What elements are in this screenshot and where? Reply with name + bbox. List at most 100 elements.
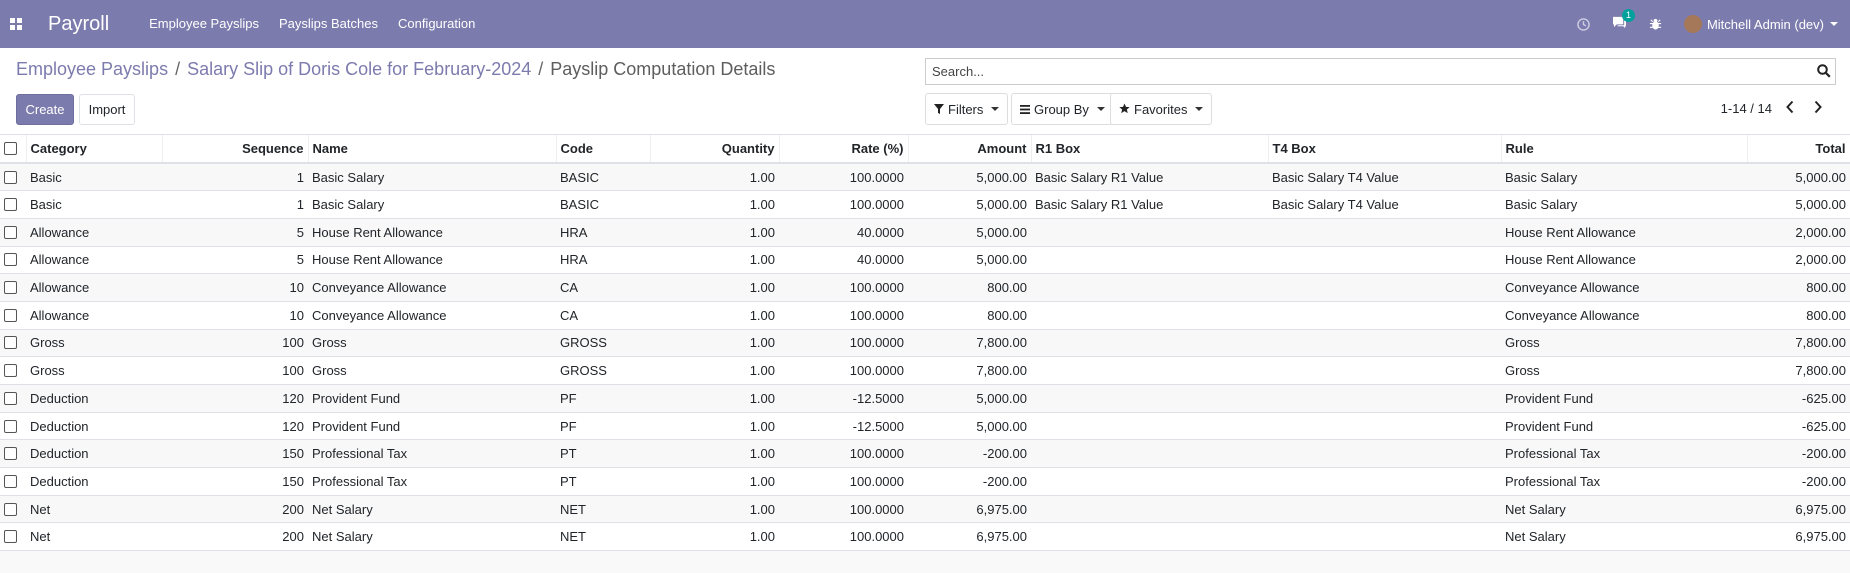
cell-amount[interactable]: 7,800.00	[908, 329, 1031, 357]
cell-r1-box[interactable]	[1031, 412, 1268, 440]
cell-name[interactable]: Conveyance Allowance	[308, 301, 556, 329]
row-checkbox-cell[interactable]	[0, 301, 26, 329]
cell-r1-box[interactable]	[1031, 440, 1268, 468]
cell-rate[interactable]: -12.5000	[779, 412, 908, 440]
row-checkbox-cell[interactable]	[0, 246, 26, 274]
cell-t4-box[interactable]: Basic Salary T4 Value	[1268, 191, 1501, 219]
cell-total[interactable]: 7,800.00	[1747, 357, 1850, 385]
row-checkbox-cell[interactable]	[0, 191, 26, 219]
table-row[interactable]: Deduction 120 Provident Fund PF 1.00 -12.5000…	[0, 412, 1850, 440]
row-checkbox-cell[interactable]	[0, 495, 26, 523]
cell-t4-box[interactable]	[1268, 468, 1501, 496]
table-row[interactable]: Allowance 10 Conveyance Allowance CA 1.00 100…	[0, 301, 1850, 330]
cell-name[interactable]: Gross	[308, 357, 556, 385]
cell-quantity[interactable]: 1.00	[650, 523, 779, 551]
cell-total[interactable]: 2,000.00	[1747, 218, 1850, 246]
chevron-left-icon[interactable]	[1785, 100, 1795, 117]
column-header-amount[interactable]: Amount	[908, 135, 1032, 164]
cell-category[interactable]: Allowance	[26, 218, 162, 246]
cell-code[interactable]: PF	[556, 385, 650, 413]
table-row[interactable]: Basic 1 Basic Salary BASIC 1.00 100.0000 5,000…	[0, 191, 1850, 219]
row-checkbox[interactable]	[4, 253, 17, 267]
row-checkbox-cell[interactable]	[0, 412, 26, 440]
cell-rule[interactable]: Net Salary	[1501, 495, 1747, 523]
cell-t4-box[interactable]	[1268, 385, 1501, 413]
cell-amount[interactable]: 5,000.00	[908, 191, 1031, 219]
cell-rate[interactable]: 100.0000	[779, 440, 908, 468]
cell-category[interactable]: Net	[26, 523, 162, 551]
cell-sequence[interactable]: 5	[162, 218, 308, 246]
table-row[interactable]: Allowance 5 House Rent Allowance HRA 1.00 40.…	[0, 246, 1850, 274]
row-checkbox[interactable]	[4, 170, 17, 184]
cell-sequence[interactable]: 100	[162, 329, 308, 357]
cell-quantity[interactable]: 1.00	[650, 218, 779, 246]
create-button[interactable]: Create	[16, 94, 74, 125]
cell-name[interactable]: Conveyance Allowance	[308, 274, 556, 302]
cell-r1-box[interactable]	[1031, 523, 1268, 551]
cell-t4-box[interactable]	[1268, 412, 1501, 440]
cell-code[interactable]: PT	[556, 440, 650, 468]
cell-amount[interactable]: 7,800.00	[908, 357, 1031, 385]
cell-t4-box[interactable]	[1268, 523, 1501, 551]
cell-rate[interactable]: 100.0000	[779, 523, 908, 551]
cell-sequence[interactable]: 200	[162, 523, 308, 551]
cell-amount[interactable]: 5,000.00	[908, 246, 1031, 274]
cell-rule[interactable]: Provident Fund	[1501, 385, 1747, 413]
row-checkbox-cell[interactable]	[0, 440, 26, 468]
cell-rate[interactable]: 100.0000	[779, 357, 908, 385]
column-header-name[interactable]: Name	[308, 135, 557, 164]
cell-total[interactable]: 6,975.00	[1747, 523, 1850, 551]
favorites-dropdown[interactable]: Favorites	[1110, 93, 1213, 125]
cell-r1-box[interactable]	[1031, 357, 1268, 385]
cell-total[interactable]: 2,000.00	[1747, 246, 1850, 274]
cell-amount[interactable]: 5,000.00	[908, 218, 1031, 246]
cell-quantity[interactable]: 1.00	[650, 246, 779, 274]
cell-quantity[interactable]: 1.00	[650, 191, 779, 219]
row-checkbox[interactable]	[4, 281, 17, 295]
cell-amount[interactable]: 5,000.00	[908, 412, 1031, 440]
column-header-total[interactable]: Total	[1747, 135, 1850, 164]
cell-r1-box[interactable]: Basic Salary R1 Value	[1031, 191, 1268, 219]
row-checkbox-cell[interactable]	[0, 274, 26, 302]
app-brand[interactable]: Payroll	[48, 13, 109, 36]
cell-rule[interactable]: House Rent Allowance	[1501, 218, 1747, 246]
cell-total[interactable]: 6,975.00	[1747, 495, 1850, 523]
cell-category[interactable]: Basic	[26, 163, 162, 191]
cell-r1-box[interactable]	[1031, 246, 1268, 274]
cell-quantity[interactable]: 1.00	[650, 163, 779, 191]
row-checkbox[interactable]	[4, 447, 17, 461]
cell-sequence[interactable]: 200	[162, 495, 308, 523]
cell-amount[interactable]: 800.00	[908, 301, 1031, 329]
cell-t4-box[interactable]	[1268, 440, 1501, 468]
chevron-right-icon[interactable]	[1813, 100, 1823, 117]
row-checkbox[interactable]	[4, 225, 17, 239]
cell-amount[interactable]: 800.00	[908, 274, 1031, 302]
search-icon[interactable]	[1817, 64, 1831, 81]
apps-grid-icon[interactable]	[0, 0, 32, 48]
cell-total[interactable]: 7,800.00	[1747, 329, 1850, 357]
import-button[interactable]: Import	[79, 94, 135, 125]
cell-name[interactable]: Net Salary	[308, 523, 556, 551]
menu-employee-payslips[interactable]: Employee Payslips	[139, 0, 269, 48]
column-header-rate[interactable]: Rate (%)	[779, 135, 909, 164]
cell-rate[interactable]: 100.0000	[779, 301, 908, 329]
cell-name[interactable]: House Rent Allowance	[308, 246, 556, 274]
cell-t4-box[interactable]	[1268, 357, 1501, 385]
cell-name[interactable]: Net Salary	[308, 495, 556, 523]
cell-code[interactable]: GROSS	[556, 329, 650, 357]
pager-value[interactable]: 1-14 / 14	[1721, 101, 1772, 116]
column-header-r1-box[interactable]: R1 Box	[1031, 135, 1269, 164]
cell-total[interactable]: -625.00	[1747, 412, 1850, 440]
cell-category[interactable]: Deduction	[26, 440, 162, 468]
cell-rule[interactable]: Provident Fund	[1501, 412, 1747, 440]
cell-category[interactable]: Deduction	[26, 385, 162, 413]
cell-rule[interactable]: Basic Salary	[1501, 191, 1747, 219]
row-checkbox[interactable]	[4, 336, 17, 350]
cell-code[interactable]: BASIC	[556, 191, 650, 219]
cell-t4-box[interactable]	[1268, 218, 1501, 246]
cell-sequence[interactable]: 1	[162, 191, 308, 219]
row-checkbox[interactable]	[4, 474, 17, 488]
cell-amount[interactable]: 6,975.00	[908, 523, 1031, 551]
cell-code[interactable]: HRA	[556, 246, 650, 274]
cell-sequence[interactable]: 100	[162, 357, 308, 385]
